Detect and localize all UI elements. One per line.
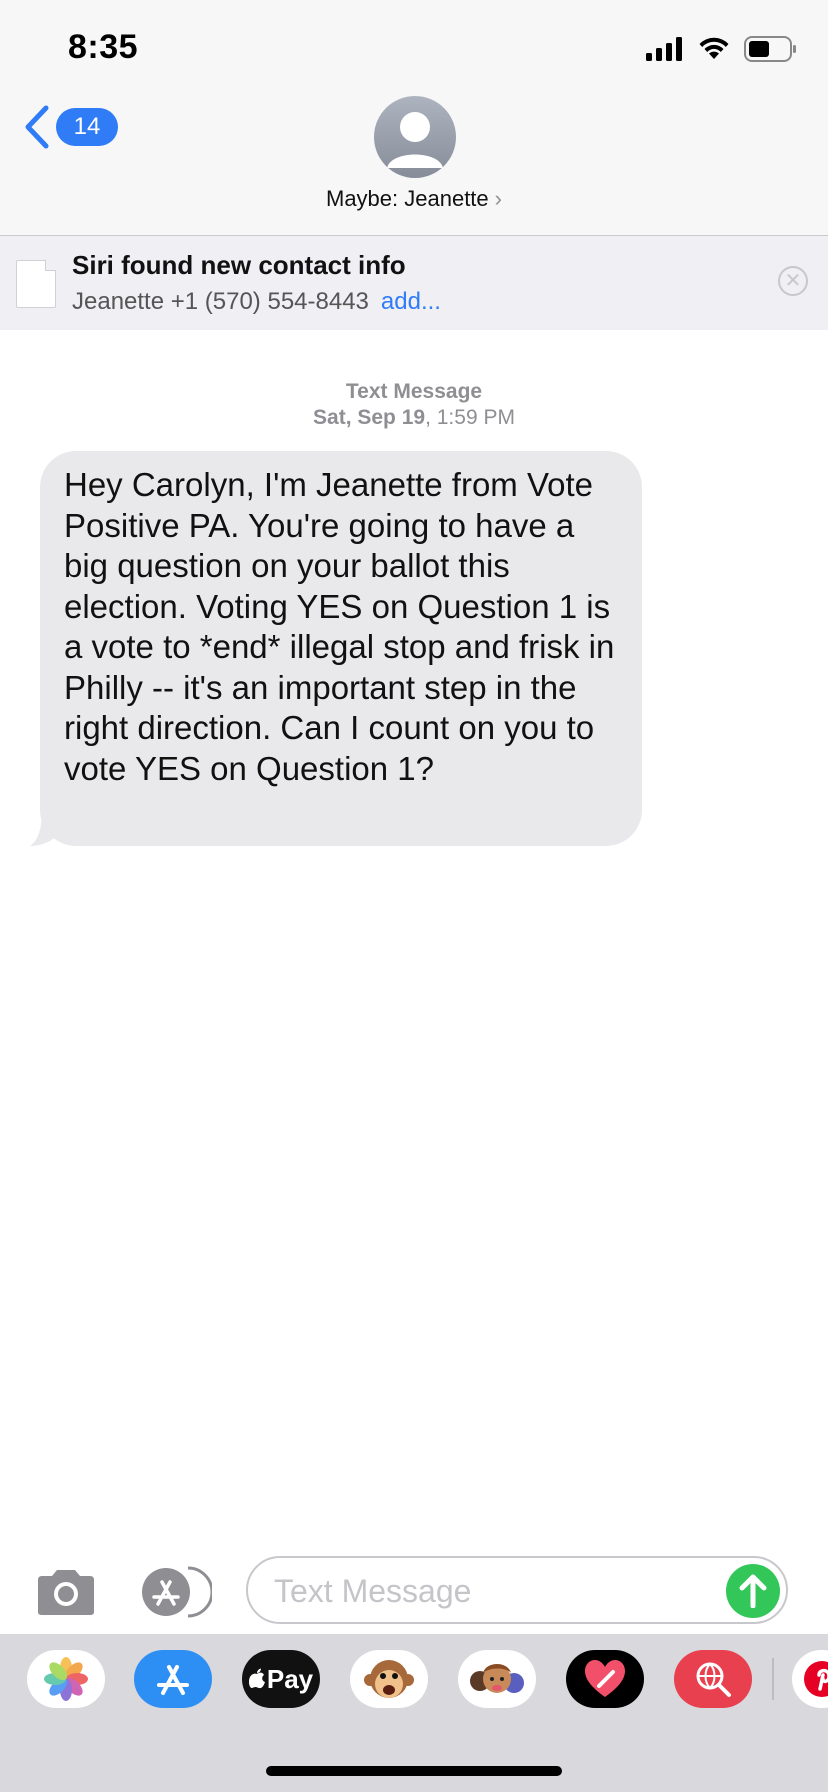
suggested-contact-info: Jeanette +1 (570) 554-8443 bbox=[72, 288, 369, 315]
app-store-icon bbox=[157, 1665, 189, 1695]
images-search-app-button[interactable] bbox=[674, 1650, 752, 1708]
app-store-drawer-button[interactable] bbox=[140, 1566, 214, 1623]
battery-icon bbox=[744, 36, 796, 62]
memoji-icon bbox=[470, 1664, 524, 1693]
drawer-divider bbox=[772, 1658, 774, 1700]
arrow-up-icon bbox=[739, 1574, 767, 1608]
status-time: 8:35 bbox=[68, 28, 139, 66]
compose-bar bbox=[0, 1548, 828, 1634]
dismiss-suggestion-button[interactable]: ✕ bbox=[778, 266, 808, 296]
send-button[interactable] bbox=[726, 1564, 780, 1618]
contact-avatar[interactable] bbox=[374, 96, 456, 178]
chevron-right-icon: › bbox=[494, 186, 502, 211]
service-label: Text Message bbox=[345, 380, 483, 403]
timestamp-day: Sat, Sep 19 bbox=[313, 406, 426, 429]
status-icons bbox=[646, 34, 798, 64]
message-timestamp: Sat, Sep 19, 1:59 PM bbox=[0, 406, 828, 430]
home-indicator[interactable] bbox=[266, 1766, 562, 1776]
person-icon bbox=[387, 112, 443, 168]
cellular-signal-icon bbox=[646, 37, 682, 61]
back-button[interactable]: 14 bbox=[22, 104, 118, 150]
contact-name: Maybe: Jeanette bbox=[326, 186, 489, 211]
contact-card-icon bbox=[16, 260, 56, 308]
apple-pay-app-button[interactable]: Pay bbox=[242, 1650, 320, 1708]
animoji-app-button[interactable] bbox=[350, 1650, 428, 1708]
add-contact-link[interactable]: add... bbox=[381, 288, 441, 315]
app-store-app-button[interactable] bbox=[134, 1650, 212, 1708]
photos-icon bbox=[44, 1657, 88, 1701]
wifi-icon bbox=[699, 37, 729, 59]
apple-pay-icon bbox=[248, 1668, 265, 1689]
pinterest-app-button[interactable] bbox=[792, 1650, 828, 1708]
heart-icon bbox=[585, 1660, 625, 1697]
camera-button[interactable] bbox=[34, 1568, 98, 1621]
globe-search-icon bbox=[696, 1662, 731, 1697]
close-icon: ✕ bbox=[784, 270, 802, 292]
incoming-message-bubble[interactable]: Hey Carolyn, I'm Jeanette from Vote Posi… bbox=[40, 451, 642, 846]
chevron-left-icon bbox=[25, 105, 49, 149]
siri-suggestion-detail: Jeanette +1 (570) 554-8443 add... bbox=[72, 288, 441, 316]
pinterest-icon bbox=[804, 1661, 828, 1697]
siri-contact-suggestion: Siri found new contact info Jeanette +1 … bbox=[0, 236, 828, 330]
message-input[interactable] bbox=[272, 1568, 716, 1614]
app-store-icon bbox=[142, 1566, 214, 1618]
digital-touch-app-button[interactable] bbox=[566, 1650, 644, 1708]
unread-count-badge: 14 bbox=[56, 108, 118, 146]
apple-pay-label: Pay bbox=[266, 1663, 314, 1694]
message-text: Hey Carolyn, I'm Jeanette from Vote Posi… bbox=[64, 466, 615, 787]
contact-name-button[interactable]: Maybe: Jeanette › bbox=[0, 186, 828, 212]
message-input-field[interactable] bbox=[246, 1556, 788, 1624]
navigation-header: 8:35 14 Maybe: Jeanette › bbox=[0, 0, 828, 236]
memoji-app-button[interactable] bbox=[458, 1650, 536, 1708]
siri-suggestion-title: Siri found new contact info bbox=[72, 250, 406, 280]
monkey-icon bbox=[364, 1660, 414, 1698]
timestamp-time: , 1:59 PM bbox=[425, 406, 515, 429]
camera-icon bbox=[38, 1570, 94, 1615]
photos-app-button[interactable] bbox=[27, 1650, 105, 1708]
